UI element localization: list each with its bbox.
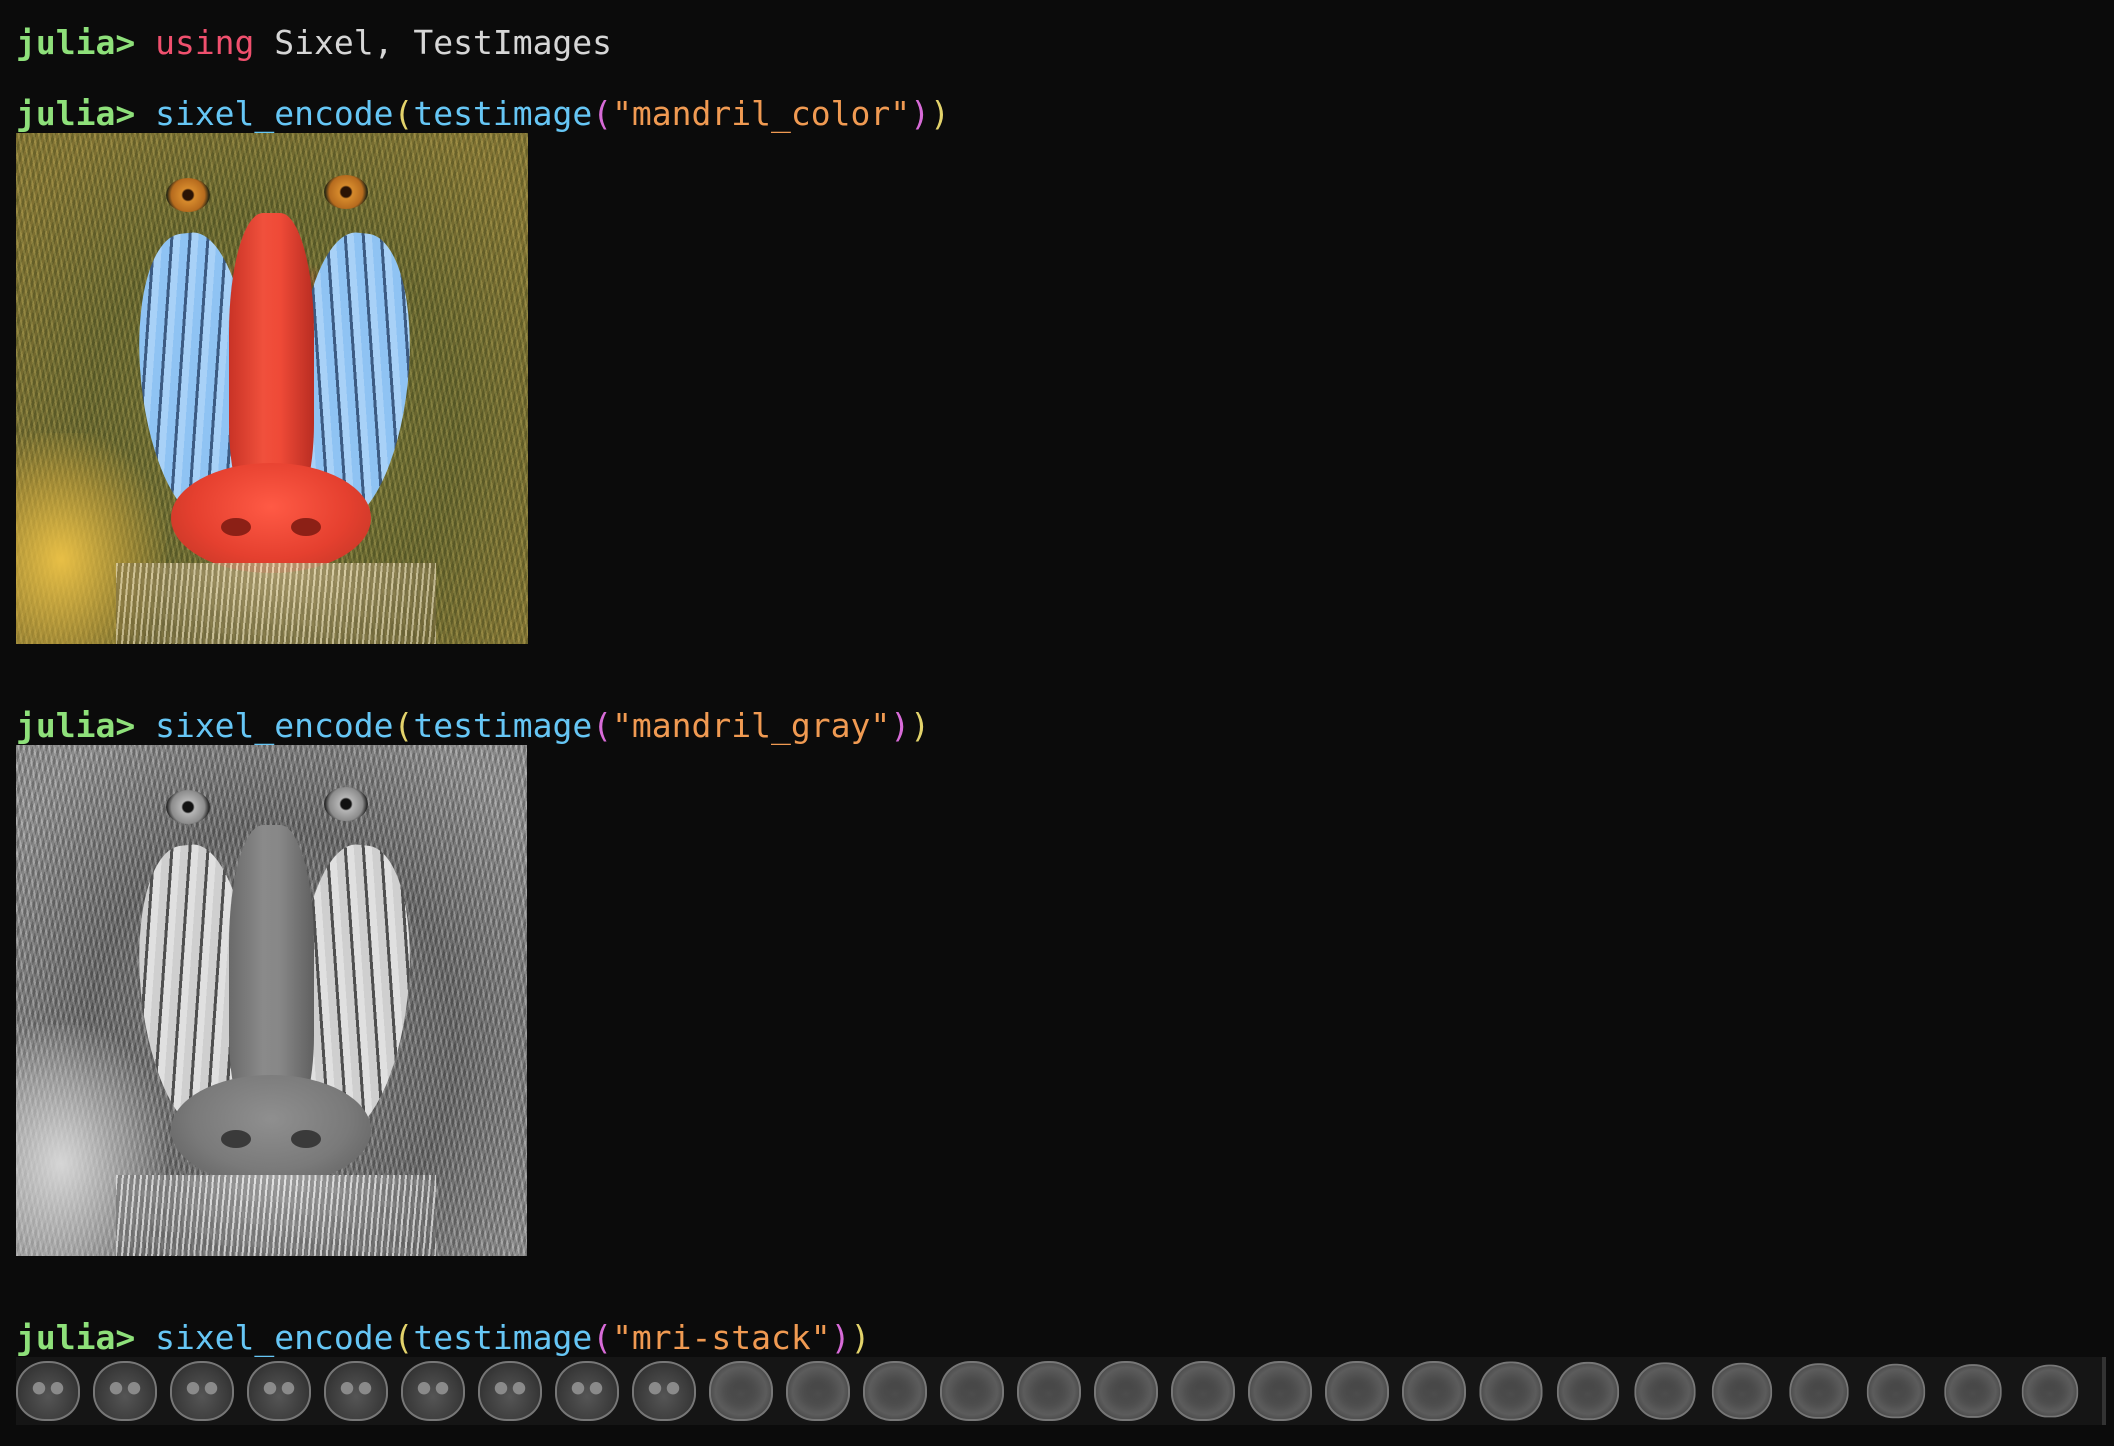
repl-line-mandril-color: julia> sixel_encode(testimage("mandril_c… (16, 92, 950, 136)
mri-slice (555, 1361, 619, 1421)
keyword-using: using (155, 23, 255, 62)
function-sixel-encode: sixel_encode (155, 1318, 394, 1357)
mri-slice (1634, 1362, 1696, 1420)
julia-prompt: julia> (16, 706, 156, 745)
julia-prompt: julia> (16, 23, 156, 62)
function-testimage: testimage (413, 1318, 593, 1357)
repl-line-mri-stack: julia> sixel_encode(testimage("mri-stack… (16, 1316, 870, 1360)
mri-slice (478, 1361, 542, 1421)
repl-line-mandril-gray: julia> sixel_encode(testimage("mandril_g… (16, 704, 930, 748)
mri-slice (1325, 1361, 1389, 1421)
using-packages: Sixel, TestImages (254, 23, 613, 62)
repl-line-using: julia> using Sixel, TestImages (16, 21, 612, 65)
paren-close: ) (850, 1318, 871, 1357)
muzzle (171, 1075, 371, 1185)
mri-slice (93, 1361, 157, 1421)
eye-right (324, 175, 368, 209)
mri-slice (1402, 1361, 1466, 1421)
mri-slice (1171, 1361, 1235, 1421)
terminal-window: julia> using Sixel, TestImages julia> si… (0, 0, 2114, 1446)
mandrill-color-image (16, 133, 528, 644)
mri-slice (1789, 1363, 1849, 1419)
function-testimage: testimage (413, 706, 593, 745)
function-sixel-encode: sixel_encode (155, 706, 394, 745)
mri-slice (324, 1361, 388, 1421)
eye-left (166, 178, 210, 212)
string-argument: "mandril_gray" (612, 706, 891, 745)
function-testimage: testimage (413, 94, 593, 133)
mri-slice (863, 1361, 927, 1421)
beard (116, 563, 436, 644)
strip-edge (2102, 1357, 2106, 1425)
paren-close: ) (910, 706, 930, 745)
paren-open: ( (393, 94, 414, 133)
mri-slice (786, 1361, 850, 1421)
function-sixel-encode: sixel_encode (155, 94, 394, 133)
paren-open: ( (393, 1318, 414, 1357)
mri-slice (1094, 1361, 1158, 1421)
paren-close: ) (929, 94, 950, 133)
mri-slice (1944, 1364, 2002, 1418)
mri-slice (632, 1361, 696, 1421)
mri-slice (401, 1361, 465, 1421)
nostril-right (291, 1130, 321, 1148)
string-argument: "mri-stack" (612, 1318, 831, 1357)
mri-slice (1248, 1361, 1312, 1421)
paren-close: ) (890, 706, 911, 745)
paren-open: ( (592, 706, 613, 745)
paren-open: ( (592, 94, 613, 133)
mri-slice (1479, 1361, 1543, 1421)
mri-slice (16, 1361, 80, 1421)
string-argument: "mandril_color" (612, 94, 911, 133)
mri-slice (247, 1361, 311, 1421)
paren-close: ) (910, 94, 930, 133)
nostril-left (221, 1130, 251, 1148)
nostril-left (221, 518, 251, 536)
mri-slice (1017, 1361, 1081, 1421)
mri-slice (1711, 1362, 1773, 1420)
julia-prompt: julia> (16, 94, 156, 133)
paren-open: ( (393, 706, 414, 745)
eye-left (166, 790, 210, 824)
nostril-right (291, 518, 321, 536)
paren-open: ( (592, 1318, 613, 1357)
mri-slice-strip (16, 1357, 2106, 1425)
mri-slice (709, 1361, 773, 1421)
eye-right (324, 787, 368, 821)
paren-close: ) (830, 1318, 851, 1357)
mri-slice (2021, 1364, 2079, 1418)
mri-slice (940, 1361, 1004, 1421)
mri-slice (1556, 1361, 1620, 1421)
julia-prompt: julia> (16, 1318, 156, 1357)
mandrill-gray-image (16, 745, 527, 1256)
mri-slice (1866, 1363, 1926, 1419)
mri-slice (170, 1361, 234, 1421)
red-muzzle (171, 463, 371, 573)
beard (116, 1175, 436, 1256)
